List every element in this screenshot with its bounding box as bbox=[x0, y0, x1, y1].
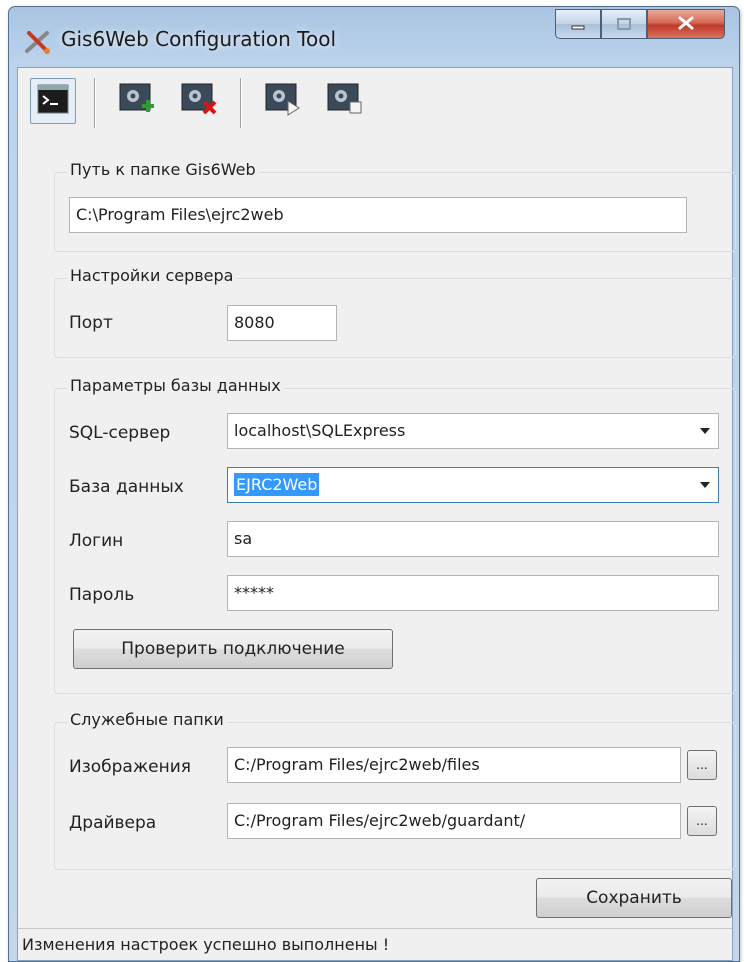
close-icon bbox=[678, 15, 694, 34]
images-label: Изображения bbox=[69, 757, 192, 777]
service-remove-icon bbox=[180, 80, 218, 122]
window-title: Gis6Web Configuration Tool bbox=[61, 27, 336, 51]
path-legend: Путь к папке Gis6Web bbox=[67, 160, 259, 179]
server-legend: Настройки сервера bbox=[67, 266, 237, 285]
server-groupbox: Настройки сервера Порт 8080 bbox=[54, 266, 736, 358]
save-button[interactable]: Сохранить bbox=[536, 878, 732, 918]
maximize-icon bbox=[617, 15, 631, 34]
start-service-button[interactable] bbox=[260, 78, 306, 124]
title-bar[interactable]: Gis6Web Configuration Tool bbox=[9, 7, 739, 67]
database-value: EJRC2Web bbox=[234, 473, 320, 496]
password-label: Пароль bbox=[69, 585, 135, 605]
remove-service-button[interactable] bbox=[176, 78, 222, 124]
console-button[interactable] bbox=[30, 78, 76, 124]
service-stop-icon bbox=[326, 80, 364, 122]
port-label: Порт bbox=[69, 313, 113, 333]
console-icon bbox=[36, 82, 70, 120]
drivers-browse-button[interactable]: ... bbox=[687, 806, 717, 836]
login-input[interactable]: sa bbox=[227, 521, 719, 557]
app-window: Gis6Web Configuration Tool Путь к папке … bbox=[8, 6, 740, 962]
database-groupbox: Параметры базы данных SQL-сервер localho… bbox=[54, 376, 736, 694]
client-area: Путь к папке Gis6Web C:\Program Files\ej… bbox=[17, 67, 736, 961]
close-button[interactable] bbox=[647, 9, 725, 39]
database-legend: Параметры базы данных bbox=[67, 376, 284, 395]
folders-legend: Служебные папки bbox=[67, 710, 227, 729]
port-input[interactable]: 8080 bbox=[227, 305, 337, 341]
database-combo[interactable]: EJRC2Web bbox=[227, 467, 719, 503]
service-start-icon bbox=[264, 80, 302, 122]
stop-service-button[interactable] bbox=[322, 78, 368, 124]
sql-server-combo[interactable]: localhost\SQLExpress bbox=[227, 413, 719, 449]
toolbar-separator bbox=[240, 78, 242, 128]
chevron-down-icon bbox=[700, 482, 710, 488]
window-controls bbox=[555, 9, 725, 39]
password-input[interactable]: ***** bbox=[227, 575, 719, 611]
images-browse-button[interactable]: ... bbox=[687, 750, 717, 780]
test-connection-button[interactable]: Проверить подключение bbox=[73, 629, 393, 669]
database-label: База данных bbox=[69, 477, 184, 497]
images-path-input[interactable]: C:/Program Files/ejrc2web/files bbox=[227, 747, 681, 783]
maximize-button[interactable] bbox=[601, 9, 647, 39]
sql-server-label: SQL-сервер bbox=[69, 423, 171, 443]
drivers-label: Драйвера bbox=[69, 813, 157, 833]
scissors-tool-icon bbox=[23, 27, 53, 57]
status-bar: Изменения настроек успешно выполнены ! bbox=[18, 928, 732, 960]
toolbar bbox=[18, 68, 732, 138]
service-add-icon bbox=[118, 80, 156, 122]
path-input[interactable]: C:\Program Files\ejrc2web bbox=[69, 197, 687, 233]
drivers-path-input[interactable]: C:/Program Files/ejrc2web/guardant/ bbox=[227, 803, 681, 839]
login-label: Логин bbox=[69, 531, 124, 551]
add-service-button[interactable] bbox=[114, 78, 160, 124]
toolbar-separator bbox=[94, 78, 96, 128]
sql-server-value: localhost\SQLExpress bbox=[234, 421, 406, 440]
path-groupbox: Путь к папке Gis6Web C:\Program Files\ej… bbox=[54, 160, 736, 252]
minimize-icon bbox=[571, 15, 585, 34]
chevron-down-icon bbox=[700, 428, 710, 434]
folders-groupbox: Служебные папки Изображения C:/Program F… bbox=[54, 710, 736, 870]
minimize-button[interactable] bbox=[555, 9, 601, 39]
